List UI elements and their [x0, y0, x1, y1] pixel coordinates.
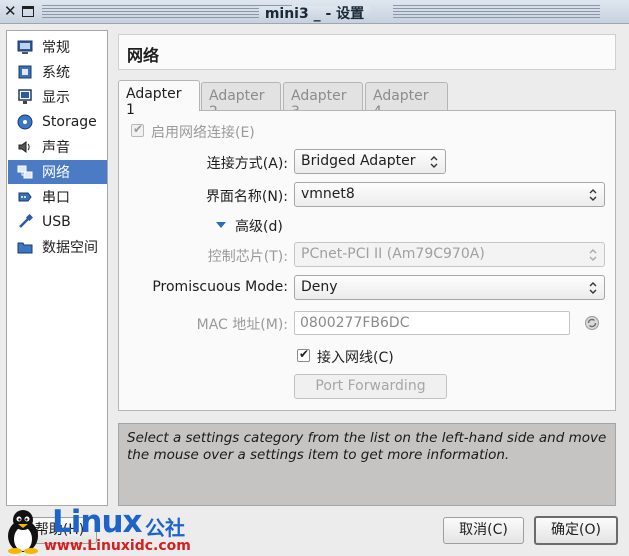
mac-address-label: MAC 地址(M): — [196, 317, 288, 333]
usb-icon — [16, 213, 34, 231]
monitor-icon — [16, 38, 34, 56]
info-text: Select a settings category from the list… — [118, 423, 616, 506]
promiscuous-mode-select[interactable]: Deny — [294, 275, 605, 300]
cable-connected-checkbox[interactable]: ✔ — [297, 347, 310, 362]
adapter-type-label: 控制芯片(T): — [207, 249, 288, 265]
updown-arrows-icon — [589, 249, 597, 261]
sidebar-item-audio[interactable]: 声音 — [8, 135, 107, 159]
watermark-url: www.Linuxidc.com — [44, 538, 191, 554]
sidebar-item-label: 声音 — [42, 140, 70, 156]
sidebar-item-label: USB — [42, 214, 71, 230]
adapter-type-select[interactable]: PCnet-PCI II (Am79C970A) — [294, 242, 605, 267]
page-header: 网络 — [118, 34, 616, 70]
disk-icon — [16, 113, 34, 131]
window-title: mini3 _ - 设置 — [258, 6, 371, 22]
sidebar-item-display[interactable]: 显示 — [8, 85, 107, 109]
display-icon — [16, 88, 34, 106]
tab-adapter-3[interactable]: Adapter 3 — [283, 82, 363, 120]
ok-button[interactable]: 确定(O) — [534, 516, 618, 545]
updown-arrows-icon — [589, 282, 597, 294]
serial-port-icon — [16, 188, 34, 206]
tab-adapter-4[interactable]: Adapter 4 — [365, 82, 448, 120]
mac-address-field[interactable]: 0800277FB6DC — [294, 311, 570, 335]
sidebar-item-system[interactable]: 系统 — [8, 60, 107, 84]
sidebar-item-label: 显示 — [42, 90, 70, 106]
watermark-brand: Linux — [52, 504, 143, 540]
cancel-button[interactable]: 取消(C) — [443, 517, 524, 544]
sidebar-item-shared-folders[interactable]: 数据空间 — [8, 235, 107, 259]
adapter-name-value: vmnet8 — [301, 186, 355, 202]
sidebar-item-label: 常规 — [42, 40, 70, 56]
watermark: Linux 公社 www.Linuxidc.com — [0, 500, 230, 556]
checkmark-icon: ✔ — [133, 122, 144, 136]
advanced-toggle[interactable]: 高级(d) — [235, 216, 283, 236]
sidebar-item-label: 数据空间 — [42, 240, 98, 256]
enable-network-label: 启用网络连接(E) — [151, 125, 255, 141]
cable-connected-label: 接入网线(C) — [317, 350, 394, 366]
sidebar-item-label: 网络 — [42, 165, 70, 181]
updown-arrows-icon — [589, 189, 597, 201]
enable-network-checkbox[interactable]: ✔ — [131, 122, 144, 137]
sidebar-item-label: 系统 — [42, 65, 70, 81]
adapter-name-label: 界面名称(N): — [205, 189, 288, 205]
sidebar-item-general[interactable]: 常规 — [8, 35, 107, 59]
attached-to-value: Bridged Adapter — [301, 153, 416, 169]
attached-to-select[interactable]: Bridged Adapter — [294, 149, 446, 174]
sidebar-item-label: Storage — [42, 114, 97, 130]
expand-triangle-icon[interactable] — [215, 220, 227, 230]
updown-arrows-icon — [430, 156, 438, 168]
sidebar-item-serial[interactable]: 串口 — [8, 185, 107, 209]
promiscuous-mode-label: Promiscuous Mode: — [152, 279, 288, 295]
settings-category-list[interactable]: 常规 系统 显示 Storage 声音 网络 串口 USB 数据空间 — [6, 30, 108, 506]
tab-adapter-1[interactable]: Adapter 1 — [118, 80, 200, 118]
watermark-suffix: 公社 — [145, 516, 185, 540]
tab-adapter-2[interactable]: Adapter 2 — [201, 82, 281, 120]
promiscuous-mode-value: Deny — [301, 279, 338, 295]
penguin-logo-icon — [8, 510, 38, 554]
network-icon — [16, 163, 34, 181]
refresh-icon[interactable] — [584, 315, 600, 331]
title-bar: ✕ mini3 _ - 设置 — [0, 0, 629, 24]
sidebar-item-network[interactable]: 网络 — [8, 160, 107, 184]
sidebar-item-usb[interactable]: USB — [8, 210, 107, 234]
attached-to-label: 连接方式(A): — [206, 156, 288, 172]
speaker-icon — [16, 138, 34, 156]
folder-icon — [16, 238, 34, 256]
sidebar-item-label: 串口 — [42, 190, 70, 206]
adapter-name-select[interactable]: vmnet8 — [294, 182, 605, 207]
sidebar-item-storage[interactable]: Storage — [8, 110, 107, 134]
port-forwarding-button[interactable]: Port Forwarding — [294, 374, 447, 399]
page-title: 网络 — [127, 46, 160, 65]
chip-icon — [16, 63, 34, 81]
adapter-type-value: PCnet-PCI II (Am79C970A) — [301, 246, 485, 262]
checkmark-icon: ✔ — [299, 347, 310, 361]
